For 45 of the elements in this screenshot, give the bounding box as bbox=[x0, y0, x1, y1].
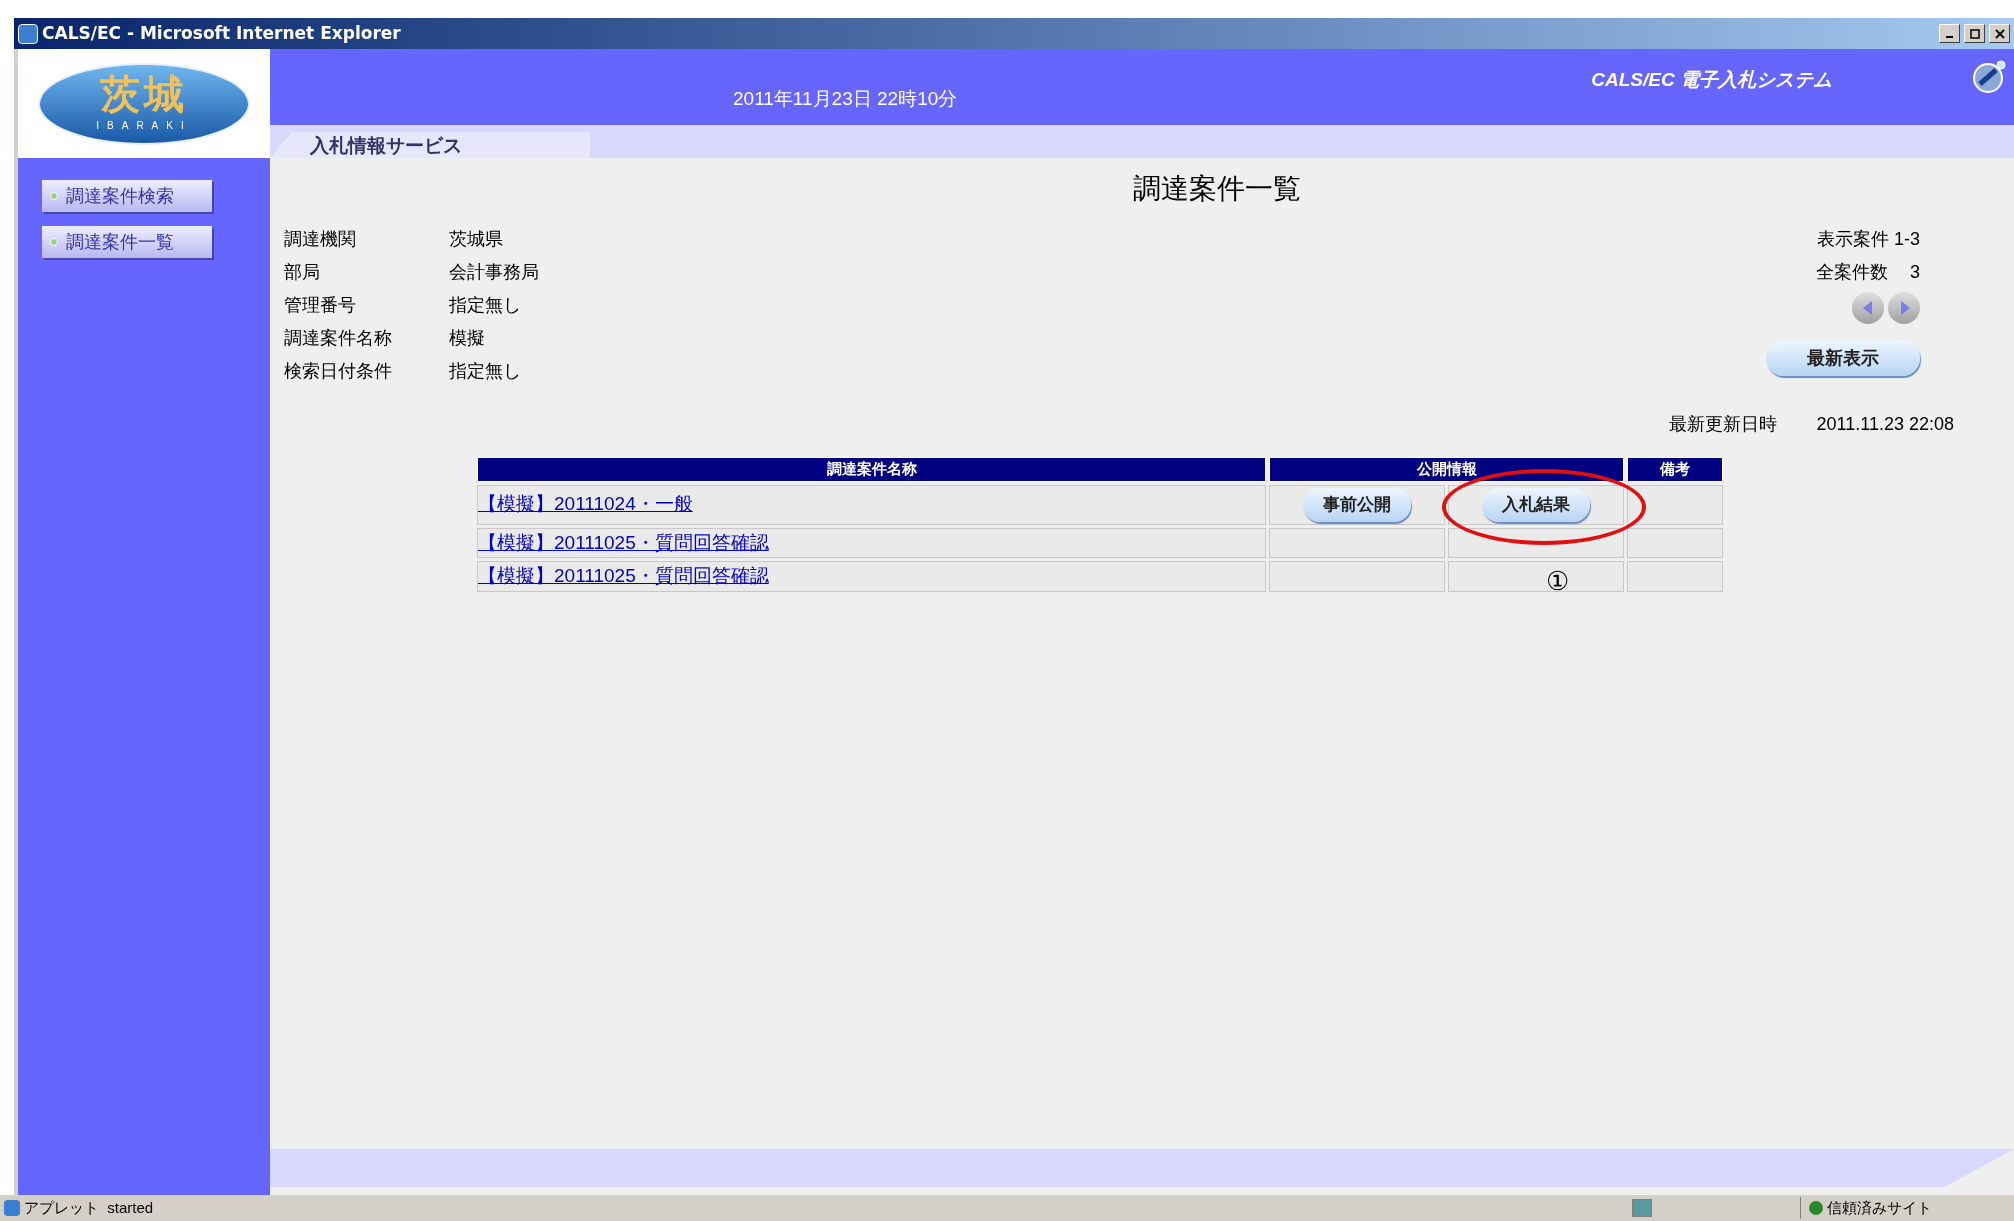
condition-label: 調達機関 bbox=[284, 228, 357, 251]
maximize-icon[interactable] bbox=[1964, 24, 1985, 43]
logo-subtext: IBARAKI bbox=[96, 119, 192, 133]
annotation-mark: ① bbox=[1546, 568, 1569, 594]
zone-text: 信頼済みサイト bbox=[1827, 1197, 1932, 1218]
system-name: CALS/EC 電子入札システム bbox=[1591, 67, 1832, 92]
left-triangle-icon bbox=[1863, 301, 1872, 315]
condition-value: 模擬 bbox=[449, 327, 486, 350]
column-header: 調達案件名称 bbox=[477, 457, 1267, 482]
condition-value: 指定無し bbox=[449, 294, 522, 317]
logo-text: 茨城 bbox=[100, 74, 188, 114]
minimize-icon[interactable] bbox=[1939, 24, 1960, 43]
displayed-range: 表示案件 1-3 bbox=[1816, 228, 1920, 251]
right-triangle-icon bbox=[1901, 301, 1910, 315]
condition-label: 調達案件名称 bbox=[284, 327, 393, 350]
condition-label: 検索日付条件 bbox=[284, 360, 393, 383]
panel-icon bbox=[1632, 1199, 1652, 1217]
sidebar-button[interactable]: 調達案件一覧 bbox=[42, 226, 212, 258]
previous-page-button[interactable] bbox=[1852, 292, 1884, 324]
page-title: 調達案件一覧 bbox=[1132, 172, 1302, 206]
condition-value: 指定無し bbox=[449, 360, 522, 383]
globe-icon bbox=[1972, 60, 2006, 94]
header-datetime: 2011年11月23日 22時10分 bbox=[733, 86, 958, 111]
action-button[interactable]: 入札結果 bbox=[1482, 487, 1591, 522]
check-icon bbox=[1809, 1201, 1823, 1215]
sidebar-button[interactable]: 調達案件検索 bbox=[42, 180, 212, 212]
action-button[interactable]: 事前公開 bbox=[1303, 487, 1412, 522]
condition-value: 会計事務局 bbox=[449, 261, 539, 284]
bullet-icon bbox=[50, 238, 58, 246]
window-title: CALS/EC - Microsoft Internet Explorer bbox=[42, 21, 401, 45]
bullet-icon bbox=[50, 192, 58, 200]
condition-label: 管理番号 bbox=[284, 294, 357, 317]
refresh-button[interactable]: 最新表示 bbox=[1766, 340, 1920, 376]
condition-label: 部局 bbox=[284, 261, 321, 284]
updated-value: 2011.11.23 22:08 bbox=[1816, 413, 1954, 436]
condition-value: 茨城県 bbox=[449, 228, 504, 251]
next-page-button[interactable] bbox=[1888, 292, 1920, 324]
updated-label: 最新更新日時 bbox=[1668, 413, 1777, 436]
column-header: 公開情報 bbox=[1269, 457, 1625, 482]
column-header: 備考 bbox=[1627, 457, 1723, 482]
total-label: 全案件数 bbox=[1816, 261, 1888, 284]
close-icon[interactable] bbox=[1989, 24, 2010, 43]
total-count: 3 bbox=[1910, 261, 1920, 284]
status-text: アプレット started bbox=[24, 1197, 154, 1218]
case-link[interactable]: 【模擬】20111024・一般 bbox=[478, 493, 693, 515]
